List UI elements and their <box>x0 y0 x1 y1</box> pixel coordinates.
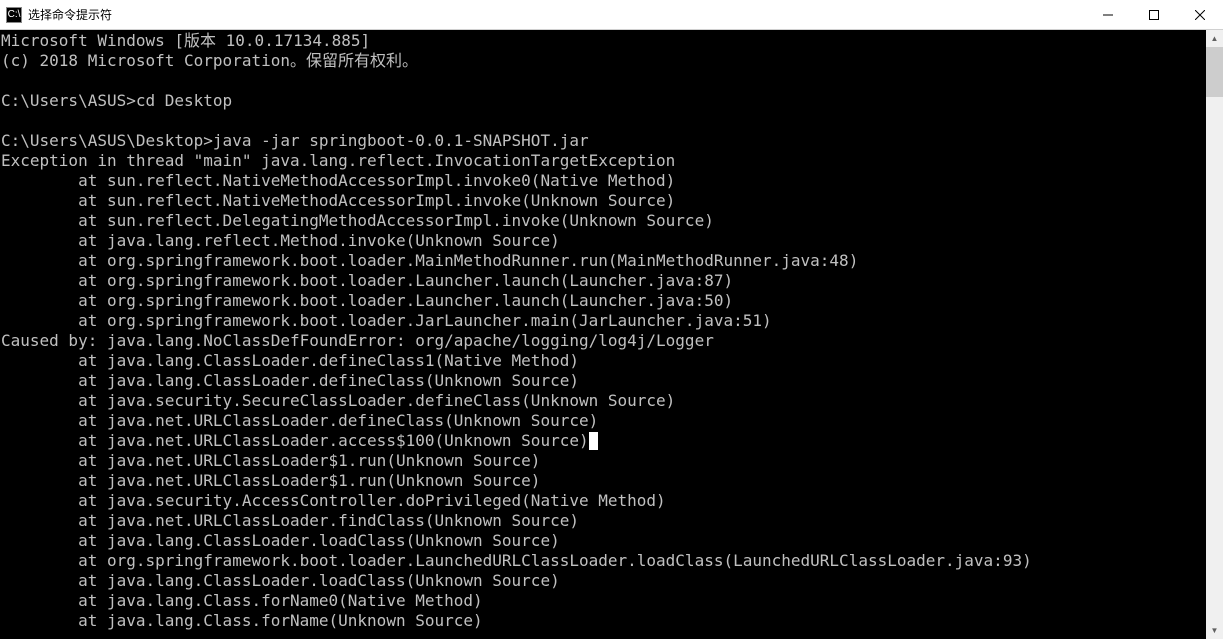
terminal-line: at sun.reflect.NativeMethodAccessorImpl.… <box>1 191 1223 211</box>
terminal-line <box>1 71 1223 91</box>
maximize-icon <box>1149 10 1159 20</box>
terminal-line: Microsoft Windows [版本 10.0.17134.885] <box>1 31 1223 51</box>
maximize-button[interactable] <box>1131 0 1177 29</box>
scrollbar-down-arrow-icon[interactable]: ▼ <box>1206 622 1223 639</box>
terminal-line: at java.lang.Class.forName0(Native Metho… <box>1 591 1223 611</box>
terminal-line: at java.net.URLClassLoader.findClass(Unk… <box>1 511 1223 531</box>
terminal-line: at java.lang.ClassLoader.loadClass(Unkno… <box>1 531 1223 551</box>
terminal-cursor <box>589 432 598 450</box>
terminal-line: Caused by: java.lang.NoClassDefFoundErro… <box>1 331 1223 351</box>
terminal-line <box>1 111 1223 131</box>
minimize-icon <box>1103 10 1113 20</box>
terminal-line: at java.net.URLClassLoader$1.run(Unknown… <box>1 471 1223 491</box>
terminal-output[interactable]: Microsoft Windows [版本 10.0.17134.885](c)… <box>0 30 1223 639</box>
terminal-line: at java.lang.reflect.Method.invoke(Unkno… <box>1 231 1223 251</box>
scrollbar-thumb[interactable] <box>1206 47 1223 97</box>
window-controls <box>1085 0 1223 29</box>
terminal-line: at org.springframework.boot.loader.Launc… <box>1 271 1223 291</box>
close-button[interactable] <box>1177 0 1223 29</box>
terminal-line: at sun.reflect.DelegatingMethodAccessorI… <box>1 211 1223 231</box>
terminal-line: at sun.reflect.NativeMethodAccessorImpl.… <box>1 171 1223 191</box>
minimize-button[interactable] <box>1085 0 1131 29</box>
close-icon <box>1195 10 1205 20</box>
terminal-line: at java.net.URLClassLoader.defineClass(U… <box>1 411 1223 431</box>
terminal-line: at java.lang.ClassLoader.defineClass(Unk… <box>1 371 1223 391</box>
title-bar[interactable]: C:\ 选择命令提示符 <box>0 0 1223 30</box>
vertical-scrollbar[interactable]: ▲ ▼ <box>1206 30 1223 639</box>
terminal-line: at org.springframework.boot.loader.Launc… <box>1 551 1223 571</box>
terminal-line: (c) 2018 Microsoft Corporation。保留所有权利。 <box>1 51 1223 71</box>
app-icon: C:\ <box>6 7 22 23</box>
window-title: 选择命令提示符 <box>28 6 1085 23</box>
terminal-line: at org.springframework.boot.loader.Launc… <box>1 291 1223 311</box>
terminal-line: at java.lang.Class.forName(Unknown Sourc… <box>1 611 1223 631</box>
scrollbar-up-arrow-icon[interactable]: ▲ <box>1206 30 1223 47</box>
terminal-line: at java.security.SecureClassLoader.defin… <box>1 391 1223 411</box>
terminal-line: at java.lang.ClassLoader.loadClass(Unkno… <box>1 571 1223 591</box>
app-icon-label: C:\ <box>8 9 21 20</box>
terminal-line: at java.net.URLClassLoader$1.run(Unknown… <box>1 451 1223 471</box>
terminal-line: at org.springframework.boot.loader.JarLa… <box>1 311 1223 331</box>
terminal-line: at java.security.AccessController.doPriv… <box>1 491 1223 511</box>
terminal-line: C:\Users\ASUS>cd Desktop <box>1 91 1223 111</box>
terminal-line: at java.lang.ClassLoader.defineClass1(Na… <box>1 351 1223 371</box>
terminal-line: at org.springframework.boot.loader.MainM… <box>1 251 1223 271</box>
terminal-line: Exception in thread "main" java.lang.ref… <box>1 151 1223 171</box>
terminal-line: C:\Users\ASUS\Desktop>java -jar springbo… <box>1 131 1223 151</box>
terminal-line: at java.net.URLClassLoader.access$100(Un… <box>1 431 1223 451</box>
